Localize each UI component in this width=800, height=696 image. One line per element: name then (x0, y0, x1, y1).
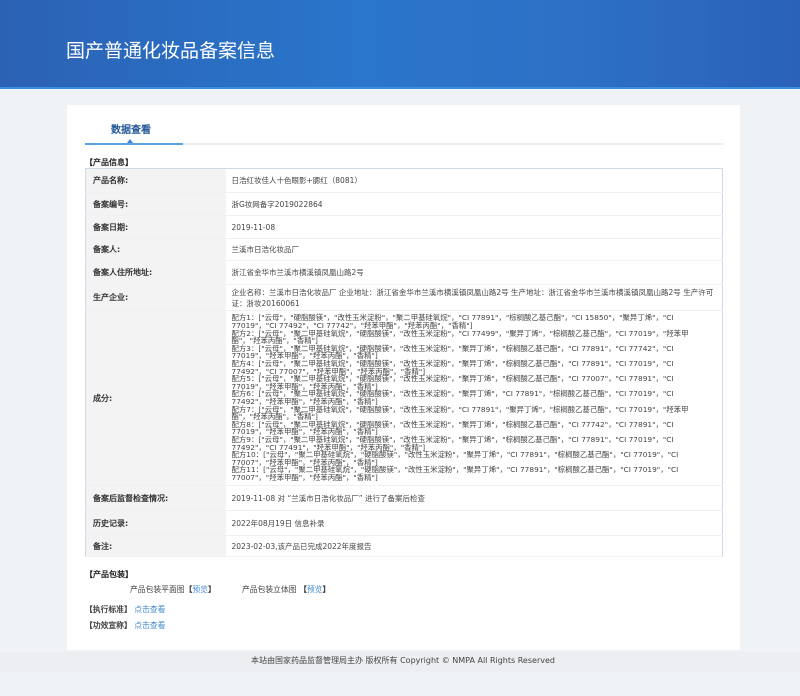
product-info-table: 产品名称: 日浩红妆佳人十色眼影+腮红（8081） 备案编号: 浙G妆网备字20190… (85, 168, 723, 557)
table-row: 历史记录: 2022年08月19日 信息补录 (85, 510, 723, 536)
row-label: 历史记录: (85, 510, 226, 536)
row-label: 备注: (85, 535, 226, 557)
formula-item: 配方1：["云母"，"硬脂酸镁"，"改性玉米淀粉"，"聚二甲基硅氧烷"，"CI … (231, 313, 674, 331)
table-row: 备案编号: 浙G妆网备字2019022864 (85, 192, 723, 216)
formula-item: 配方10：["云母"，"聚二甲基硅氧烷"，"硬脂酸镁"，"改性玉米淀粉"，"聚异… (231, 450, 679, 467)
row-label: 成分: (85, 310, 226, 486)
table-row: 备案人: 兰溪市日浩化妆品厂 (85, 238, 723, 261)
formula-item: 配方6：["云母"，"聚二甲基硅氧烷"，"硬脂酸镁"，"改性玉米淀粉"，"聚异丁… (231, 389, 674, 406)
table-row: 产品名称: 日浩红妆佳人十色眼影+腮红（8081） (85, 168, 723, 193)
footer: 本站由国家药品监督管理局主办 版权所有 Copyright © NMPA All… (0, 652, 800, 672)
package-3d-preview-link[interactable]: 预览 (307, 585, 323, 594)
package-flat-preview-link[interactable]: 预览 (192, 585, 208, 594)
row-value: 2022年08月19日 信息补录 (225, 510, 723, 536)
table-row: 备案人住所地址: 浙江省金华市兰溪市横溪镇凤凰山路2号 (85, 260, 723, 285)
tab-arrow-icon (127, 139, 133, 143)
formula-item: 配方4：["云母"，"聚二甲基硅氧烷"，"硬脂酸镁"，"改性玉米淀粉"，"聚异丁… (231, 359, 674, 376)
row-label: 备案后监督检查情况: (85, 485, 226, 511)
formula-item: 配方8：["云母"，"聚二甲基硅氧烷"，"硬脂酸镁"，"改性玉米淀粉"，"聚异丁… (231, 419, 674, 437)
row-value: 2023-02-03,该产品已完成2022年度报告 (225, 535, 723, 557)
table-row: 备案后监督检查情况: 2019-11-08 对 “兰溪市日浩化妆品厂” 进行了备案… (85, 485, 723, 511)
formula-item: 配方2：["云母"，"聚二甲基硅氧烷"，"硬脂酸镁"，"改性玉米淀粉"，"CI … (231, 328, 689, 346)
formula-item: 配方9：["云母"，"聚二甲基硅氧烷"，"硬脂酸镁"，"改性玉米淀粉"，"聚异丁… (231, 434, 674, 452)
page-title: 国产普通化妆品备案信息 (66, 40, 276, 62)
tab-underline (85, 139, 723, 145)
row-label: 备案编号: (85, 192, 226, 216)
package-3d-item: 产品包装立体图 【预览】 (242, 585, 331, 594)
tab-data-view[interactable]: 数据查看 (111, 121, 151, 136)
row-value: 2019-11-08 (225, 215, 723, 239)
row-value: 日浩红妆佳人十色眼影+腮红（8081） (225, 168, 723, 193)
product-info-heading: 【产品信息】 (85, 158, 133, 167)
efficacy-label: 【功效宣称】 (85, 621, 132, 630)
page-header: 国产普通化妆品备案信息 (0, 0, 800, 89)
row-label: 备案人: (85, 238, 226, 261)
row-value: 企业名称：兰溪市日浩化妆品厂 企业地址：浙江省金华市兰溪市横溪镇凤凰山路2号 生… (225, 284, 723, 311)
formula-item: 配方7：["云母"，"聚二甲基硅氧烷"，"硬脂酸镁"，"改性玉米淀粉"，"CI … (231, 404, 689, 422)
row-label: 产品名称: (85, 168, 226, 193)
standard-label: 【执行标准】 (85, 605, 132, 614)
packaging-heading: 【产品包装】 (85, 570, 133, 579)
formula-item: 配方5：["云母"，"聚二甲基硅氧烷"，"硬脂酸镁"，"改性玉米淀粉"，"聚异丁… (231, 374, 674, 391)
formula-item: 配方11：["云母"，"聚二甲基硅氧烷"，"硬脂酸镁"，"改性玉米淀粉"，"聚异… (231, 465, 679, 482)
table-row: 备案日期: 2019-11-08 (85, 215, 723, 239)
table-row: 备注: 2023-02-03,该产品已完成2022年度报告 (85, 535, 723, 557)
efficacy-view-link[interactable]: 点击查看 (134, 621, 165, 630)
row-value: 兰溪市日浩化妆品厂 (225, 238, 723, 261)
row-value: 2019-11-08 对 “兰溪市日浩化妆品厂” 进行了备案后检查 (225, 485, 723, 511)
table-row: 生产企业: 企业名称：兰溪市日浩化妆品厂 企业地址：浙江省金华市兰溪市横溪镇凤凰山… (85, 284, 723, 311)
standard-view-link[interactable]: 点击查看 (134, 605, 165, 614)
row-label: 生产企业: (85, 284, 226, 311)
row-value: 浙江省金华市兰溪市横溪镇凤凰山路2号 (225, 260, 723, 285)
formula-item: 配方3：["云母"，"聚二甲基硅氧烷"，"硬脂酸镁"，"改性玉米淀粉"，"聚异丁… (231, 343, 674, 361)
row-label: 备案日期: (85, 215, 226, 239)
ingredients-value: 配方1：["云母"，"硬脂酸镁"，"改性玉米淀粉"，"聚二甲基硅氧烷"，"CI … (225, 310, 723, 486)
content-card: 数据查看 【产品信息】 产品名称: 日浩红妆佳人十色眼影+腮红（8081） 备案编号… (67, 105, 740, 650)
row-label: 备案人住所地址: (85, 260, 226, 285)
package-flat-item: 产品包装平面图【预览】 (130, 585, 216, 594)
row-value: 浙G妆网备字2019022864 (225, 192, 723, 216)
table-row-ingredients: 成分: 配方1：["云母"，"硬脂酸镁"，"改性玉米淀粉"，"聚二甲基硅氧烷"，"… (85, 310, 723, 486)
